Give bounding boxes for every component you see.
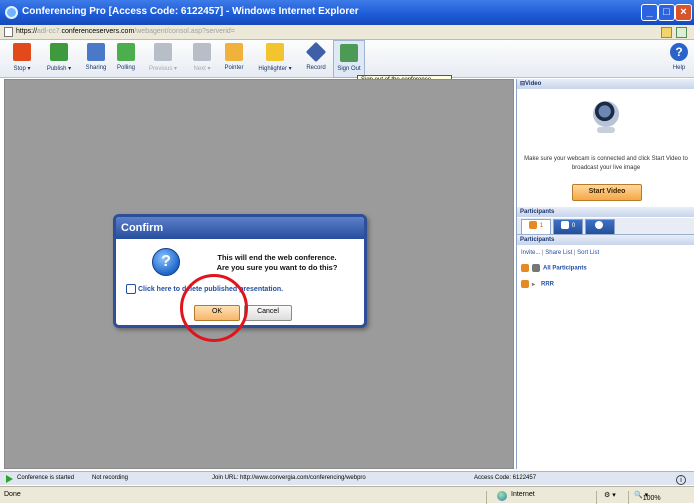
video-panel-header[interactable]: ⊟Video: [517, 79, 694, 89]
video-message: Make sure your webcam is connected and c…: [524, 156, 688, 171]
conference-state: Conference is started: [17, 475, 75, 481]
lock-icon[interactable]: [661, 27, 672, 38]
info-icon[interactable]: i: [676, 475, 686, 485]
chat-icon: [560, 221, 569, 230]
polling-button[interactable]: Polling: [112, 40, 140, 78]
publish-button[interactable]: Publish: [40, 40, 78, 78]
question-icon: ?: [152, 248, 180, 276]
person-icon: [521, 280, 529, 288]
conference-toolbar: Stop Publish Sharing Polling Previous Ne…: [0, 40, 694, 78]
url-text[interactable]: https://adl-cc7.conferenceservers.com/we…: [16, 28, 235, 35]
sign-out-button[interactable]: Sign Out: [333, 40, 365, 78]
webcam-icon: [593, 101, 619, 127]
browser-status-bar: Done Internet ⚙ ▾ 🔍 100% ▾: [0, 486, 694, 504]
webcam-base: [597, 127, 615, 133]
record-icon: [305, 41, 327, 63]
participant-row[interactable]: ▸ RRR: [521, 280, 554, 288]
close-button[interactable]: ×: [675, 4, 692, 21]
polling-icon: [117, 43, 135, 61]
tab-questions[interactable]: [585, 219, 615, 234]
next-label: Next: [186, 65, 218, 72]
zoom-level[interactable]: 🔍 100% ▾: [634, 491, 661, 502]
pointer-button[interactable]: Pointer: [220, 40, 248, 78]
page-options-icon[interactable]: [676, 27, 687, 38]
pointer-label: Pointer: [224, 65, 244, 71]
stop-label: Stop: [8, 65, 36, 72]
participants-header: Participants: [517, 207, 694, 217]
stop-button[interactable]: Stop: [8, 40, 36, 78]
record-button[interactable]: Record: [302, 40, 330, 78]
sign-out-label: Sign Out: [337, 66, 361, 72]
join-url: Join URL: http://www.convergia.com/confe…: [212, 475, 366, 481]
previous-icon: [154, 43, 172, 61]
person-icon: [521, 264, 529, 272]
highlighter-icon: [266, 43, 284, 61]
next-button[interactable]: Next: [186, 40, 218, 78]
participants-subheader: Participants: [517, 235, 694, 245]
minimize-button[interactable]: _: [641, 4, 658, 21]
questions-icon: [594, 221, 603, 230]
next-icon: [193, 43, 211, 61]
highlighter-label: Highlighter: [251, 65, 299, 72]
previous-label: Previous: [143, 65, 183, 72]
cancel-button[interactable]: Cancel: [244, 305, 292, 321]
pointer-icon: [225, 43, 243, 61]
share-list-link[interactable]: Share List: [545, 250, 572, 256]
protected-mode-icon[interactable]: ⚙ ▾: [604, 491, 616, 499]
ie-logo-icon: [5, 6, 18, 19]
status-text: Done: [4, 491, 21, 498]
participants-icon: [528, 221, 537, 230]
window-title-bar: Conferencing Pro [Access Code: 6122457] …: [0, 0, 694, 25]
start-video-button[interactable]: Start Video: [572, 184, 642, 201]
publish-icon: [50, 43, 68, 61]
highlight-circle-annotation: [180, 274, 248, 342]
stop-icon: [13, 43, 31, 61]
play-icon: [6, 475, 13, 483]
sharing-icon: [87, 43, 105, 61]
page-icon: [4, 27, 13, 37]
sign-out-icon: [340, 44, 358, 62]
tab-participants[interactable]: 1: [521, 219, 551, 234]
security-zone: Internet: [511, 491, 535, 498]
tab-chat[interactable]: 0: [553, 219, 583, 234]
sort-list-link[interactable]: Sort List: [577, 250, 599, 256]
sharing-label: Sharing: [85, 65, 107, 71]
help-button[interactable]: ? Help: [668, 40, 690, 78]
highlighter-button[interactable]: Highlighter: [251, 40, 299, 78]
dialog-message: This will end the web conference. Are yo…: [216, 253, 338, 272]
sharing-button[interactable]: Sharing: [82, 40, 110, 78]
window-title: Conferencing Pro [Access Code: 6122457] …: [22, 6, 359, 17]
access-code: Access Code: 6122457: [474, 475, 537, 481]
conference-status-bar: Conference is started Not recording Join…: [0, 471, 694, 485]
publish-label: Publish: [40, 65, 78, 72]
polling-label: Polling: [116, 65, 135, 71]
invite-link[interactable]: Invite...: [521, 250, 540, 256]
group-icon: [532, 264, 540, 272]
participants-links: Invite... | Share List | Sort List: [521, 250, 600, 256]
participants-tabs: 1 0: [517, 218, 694, 235]
maximize-button[interactable]: □: [658, 4, 675, 21]
recording-state: Not recording: [92, 475, 129, 481]
link-icon: [126, 284, 136, 294]
help-icon: ?: [670, 43, 688, 61]
globe-icon: [497, 491, 507, 501]
participant-name: RRR: [541, 281, 555, 288]
previous-button[interactable]: Previous: [143, 40, 183, 78]
help-label: Help: [672, 65, 686, 71]
record-label: Record: [306, 65, 326, 71]
all-participants-group[interactable]: All Participants: [521, 264, 587, 272]
right-panel: ⊟Video Make sure your webcam is connecte…: [516, 79, 694, 469]
dialog-title: Confirm: [116, 217, 364, 239]
address-bar[interactable]: https://adl-cc7.conferenceservers.com/we…: [0, 25, 694, 40]
